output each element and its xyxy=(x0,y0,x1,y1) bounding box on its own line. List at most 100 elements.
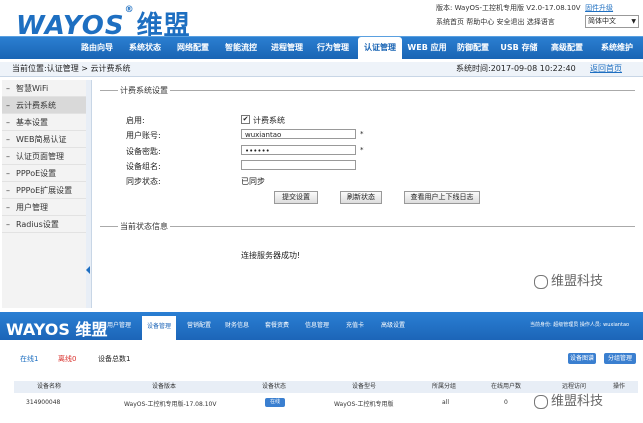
device-map-button[interactable]: 设备图谱 xyxy=(568,353,596,364)
section-title-billing: 计费系统设置 xyxy=(118,85,170,96)
header: WAYOS®维盟 版本: WayOS-工控机专用版 V2.0-17.08.10V… xyxy=(0,0,643,41)
breadcrumb-bar: 当前位置:认证管理 > 云计费系统 系统时间:2017-09-08 10:22:… xyxy=(0,62,643,77)
cloud-nav-info[interactable]: 信息管理 xyxy=(302,312,332,340)
language-select[interactable]: 简体中文 ▼ xyxy=(585,15,639,28)
sidebar-item-label: 用户管理 xyxy=(16,203,48,212)
watermark: 维盟科技 xyxy=(534,390,603,409)
sidebar-item-label: PPPoE设置 xyxy=(16,169,57,178)
nav-route-wizard[interactable]: 路由向导 xyxy=(76,37,118,59)
cloud-nav-device-mgmt[interactable]: 设备管理 xyxy=(142,316,176,340)
dash-icon: – xyxy=(6,186,10,195)
enable-label: 启用: xyxy=(126,116,145,125)
sync-status: 已同步 xyxy=(241,177,265,186)
watermark-text: 维盟科技 xyxy=(551,274,604,289)
link-logout[interactable]: 安全退出 xyxy=(496,18,524,26)
section-divider xyxy=(100,90,635,91)
device-key-input[interactable]: •••••• xyxy=(241,145,356,155)
required-mark: * xyxy=(360,146,364,154)
cloud-nav: WAYOS 维盟 用户管理 设备管理 营销配置 财务信息 套餐资费 信息管理 充… xyxy=(0,312,643,340)
sidebar-item-basic-settings[interactable]: – 基本设置 xyxy=(2,114,88,131)
main-nav: 路由向导 系统状态 网络配置 智能流控 进程管理 行为管理 认证管理 WEB 应… xyxy=(0,36,643,59)
tab-offline[interactable]: 离线0 xyxy=(58,354,76,364)
group-mgmt-button[interactable]: 分组管理 xyxy=(604,353,636,364)
sidebar-collapse-handle[interactable] xyxy=(86,80,92,308)
sidebar-item-label: PPPoE扩展设置 xyxy=(16,186,73,195)
sidebar-item-pppoe-ext[interactable]: – PPPoE扩展设置 xyxy=(2,182,88,199)
group-input[interactable] xyxy=(241,160,356,170)
tab-device-total[interactable]: 设备总数1 xyxy=(98,354,130,364)
sidebar-item-smart-wifi[interactable]: – 智慧WiFi xyxy=(2,80,88,97)
cloud-billing-panel: WAYOS 维盟 用户管理 设备管理 营销配置 财务信息 套餐资费 信息管理 充… xyxy=(0,312,643,423)
cloud-logo-cn: 维盟 xyxy=(75,320,108,339)
status-badge: 在线 xyxy=(265,398,285,407)
cloud-nav-recharge[interactable]: 充值卡 xyxy=(342,312,368,340)
sidebar-item-label: WEB简易认证 xyxy=(16,135,67,144)
submit-button[interactable]: 提交设置 xyxy=(274,191,318,204)
logo-reg: ® xyxy=(124,5,135,15)
nav-behavior-mgmt[interactable]: 行为管理 xyxy=(312,37,354,59)
sidebar-item-pppoe[interactable]: – PPPoE设置 xyxy=(2,165,88,182)
row-group: all xyxy=(442,399,450,406)
link-select-language: 选择语言 xyxy=(526,18,555,26)
sidebar-item-radius[interactable]: – Radius设置 xyxy=(2,216,88,233)
breadcrumb: 当前位置:认证管理 > 云计费系统 xyxy=(12,64,131,73)
router-admin-panel: WAYOS®维盟 版本: WayOS-工控机专用版 V2.0-17.08.10V… xyxy=(0,0,643,310)
nav-system-maintenance[interactable]: 系统维护 xyxy=(594,37,640,59)
dash-icon: – xyxy=(6,101,10,110)
dash-icon: – xyxy=(6,203,10,212)
connection-status-message: 连接服务器成功! xyxy=(241,251,301,260)
sidebar-item-auth-page[interactable]: – 认证页面管理 xyxy=(2,148,88,165)
row-online-users: 0 xyxy=(504,399,508,406)
nav-process-mgmt[interactable]: 进程管理 xyxy=(266,37,308,59)
firmware-upgrade-link[interactable]: 固件升级 xyxy=(585,4,613,12)
section-title-status: 当前状态信息 xyxy=(118,221,170,232)
nav-advanced-config[interactable]: 高级配置 xyxy=(546,37,588,59)
nav-flow-control[interactable]: 智能流控 xyxy=(220,37,262,59)
refresh-status-button[interactable]: 刷新状态 xyxy=(340,191,382,204)
cloud-nav-user-mgmt[interactable]: 用户管理 xyxy=(104,312,134,340)
dash-icon: – xyxy=(6,152,10,161)
sidebar-item-cloud-billing[interactable]: – 云计费系统 xyxy=(2,97,88,114)
nav-defense-config[interactable]: 防御配置 xyxy=(452,37,494,59)
nav-network-config[interactable]: 网络配置 xyxy=(172,37,214,59)
cloud-nav-packages[interactable]: 套餐资费 xyxy=(262,312,292,340)
account-label: 用户账号: xyxy=(126,131,161,140)
cloud-nav-advanced[interactable]: 高级设置 xyxy=(378,312,408,340)
dash-icon: – xyxy=(6,135,10,144)
cloud-nav-marketing[interactable]: 营销配置 xyxy=(184,312,214,340)
collapse-arrow-icon xyxy=(86,266,90,274)
dash-icon: – xyxy=(6,118,10,127)
system-time: 系统时间:2017-09-08 10:22:40 xyxy=(456,64,576,73)
wechat-icon xyxy=(534,394,548,409)
tab-online[interactable]: 在线1 xyxy=(20,354,38,364)
account-input[interactable]: wuxiantao xyxy=(241,129,356,139)
sync-label: 同步状态: xyxy=(126,177,161,186)
nav-web-app[interactable]: WEB 应用 xyxy=(406,37,448,59)
link-system-home[interactable]: 系统首页 xyxy=(436,18,464,26)
nav-usb-storage[interactable]: USB 存储 xyxy=(498,37,540,59)
sidebar-item-user-mgmt[interactable]: – 用户管理 xyxy=(2,199,88,216)
row-device-name: 314900048 xyxy=(26,399,61,406)
top-links: 系统首页 帮助中心 安全退出 选择语言 xyxy=(436,17,555,27)
nav-system-status[interactable]: 系统状态 xyxy=(124,37,166,59)
version-info: 版本: WayOS-工控机专用版 V2.0-17.08.10V 固件升级 xyxy=(436,3,613,13)
dash-icon: – xyxy=(6,220,10,229)
link-help-center[interactable]: 帮助中心 xyxy=(466,18,494,26)
enable-checkbox[interactable]: ✔ xyxy=(241,115,250,124)
cloud-nav-finance[interactable]: 财务信息 xyxy=(222,312,252,340)
row-device-version: WayOS-工控机专用版-17.08.10V xyxy=(124,401,217,408)
password-label: 设备密匙: xyxy=(126,147,161,156)
sidebar-item-web-auth[interactable]: – WEB简易认证 xyxy=(2,131,88,148)
col-online-users: 在线用户数 xyxy=(490,383,521,390)
col-device-name: 设备名称 xyxy=(36,383,61,390)
view-user-log-button[interactable]: 查看用户上下线日志 xyxy=(404,191,480,204)
language-value: 简体中文 xyxy=(588,17,616,25)
sidebar-item-label: Radius设置 xyxy=(16,220,59,229)
nav-auth-mgmt[interactable]: 认证管理 xyxy=(358,37,402,59)
sidebar-item-label: 云计费系统 xyxy=(16,101,56,110)
cloud-logo: WAYOS 维盟 xyxy=(6,316,108,340)
chevron-down-icon: ▼ xyxy=(631,18,636,25)
user-info: 当前身份: 超级管理员 操作人员: wuxiantao xyxy=(530,322,630,328)
back-home-link[interactable]: 返回首页 xyxy=(590,62,622,76)
col-actions: 操作 xyxy=(612,383,625,390)
